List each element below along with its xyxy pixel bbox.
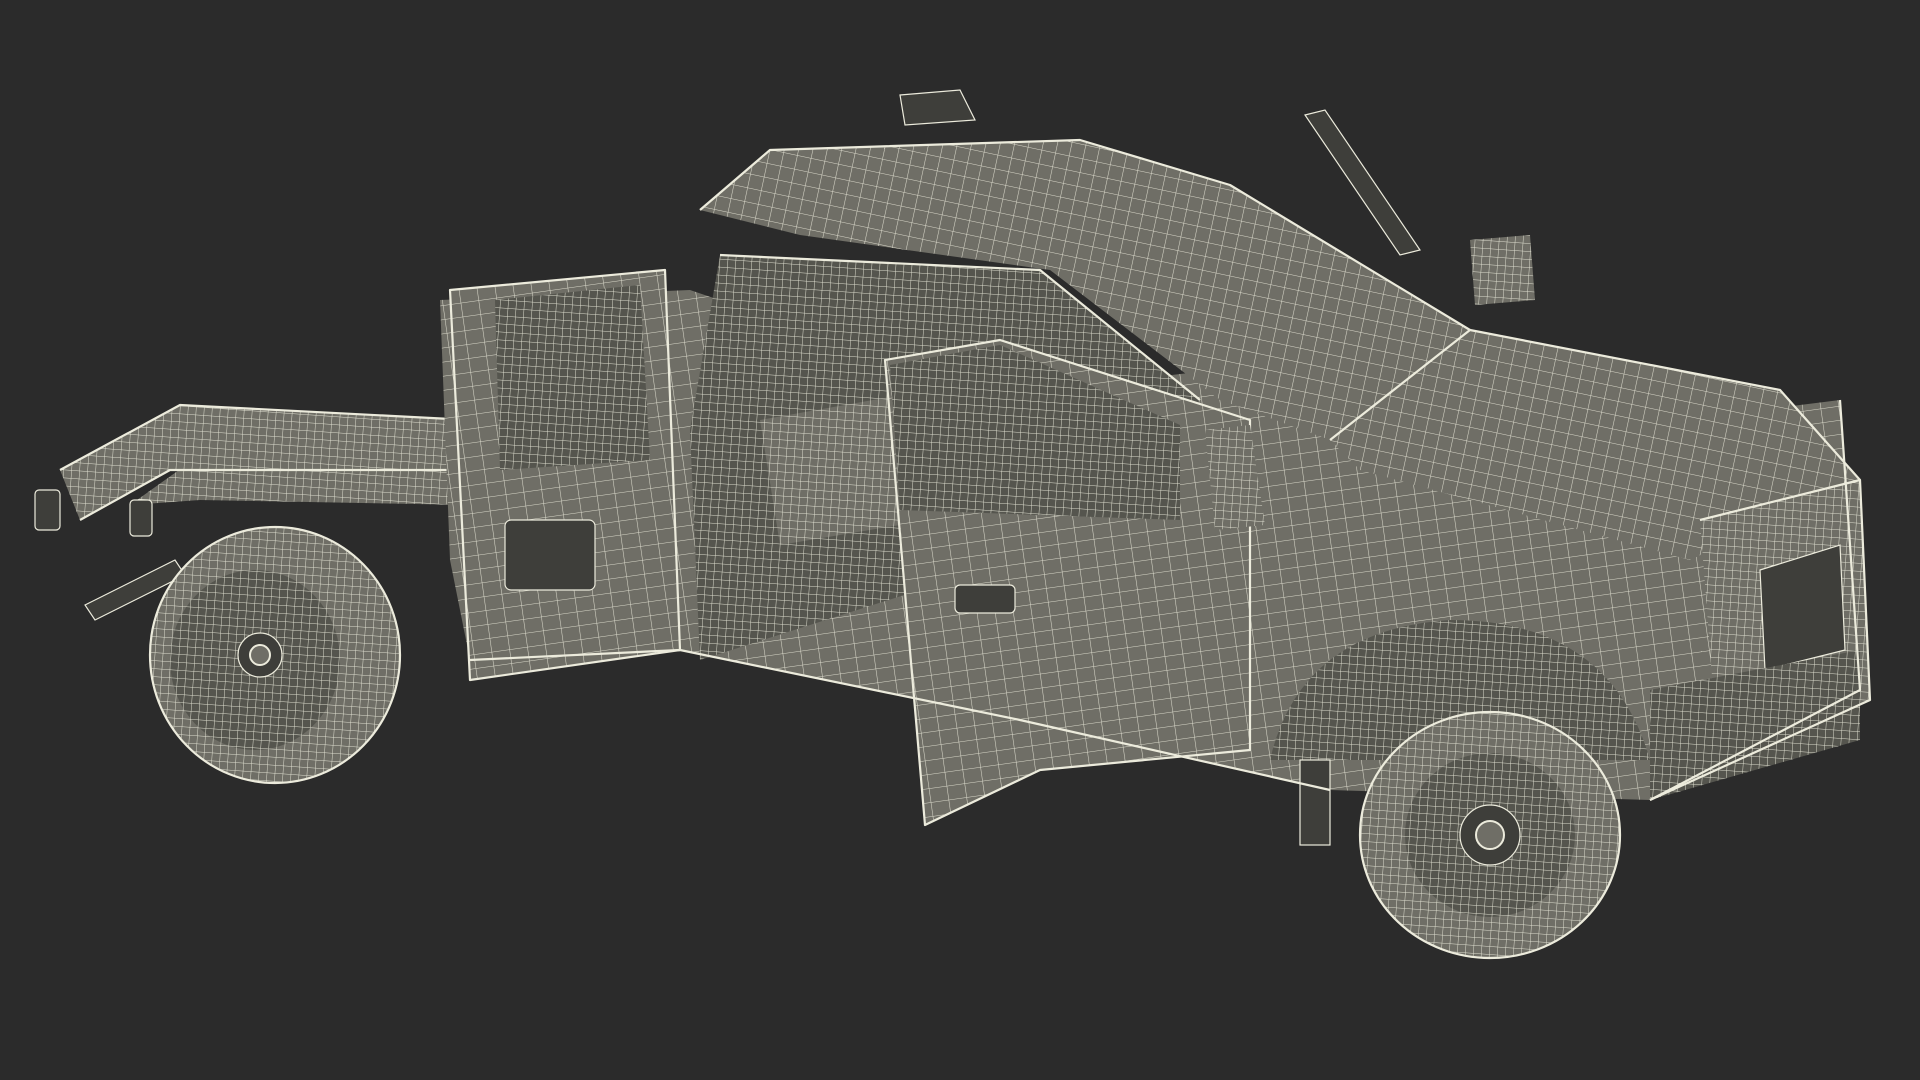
front-wheel (1358, 710, 1622, 960)
wireframe-render (0, 0, 1920, 1080)
render-viewport (0, 0, 1920, 1080)
rear-door-open (448, 268, 682, 682)
front-door-open (883, 338, 1252, 827)
rear-wheel (148, 525, 402, 785)
